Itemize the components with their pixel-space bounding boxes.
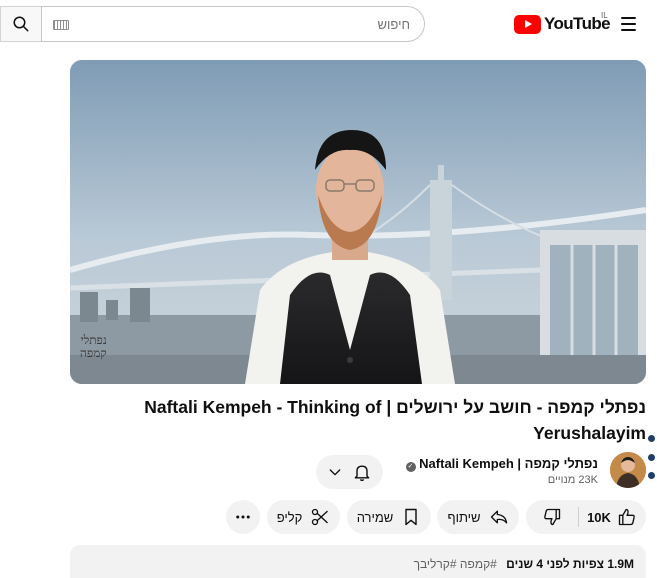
- hamburger-icon[interactable]: [614, 10, 642, 38]
- video-player[interactable]: נפתלי קמפה: [70, 60, 646, 384]
- search-input[interactable]: [110, 17, 410, 32]
- verified-check-icon: ✓: [405, 462, 416, 472]
- search-button[interactable]: [0, 6, 41, 42]
- side-dots[interactable]: [647, 435, 655, 479]
- like-button[interactable]: 10K: [578, 500, 646, 534]
- thumbs-up-icon: [618, 508, 635, 526]
- description-meta: 1.9M צפיות לפני 4 שנים #קמפה #קרליבך: [414, 557, 634, 571]
- like-count: 10K: [587, 509, 611, 525]
- scissors-icon: [312, 508, 329, 526]
- upload-age: לפני 4 שנים: [506, 557, 570, 571]
- dot: [647, 435, 655, 442]
- video-watermark: נפתלי קמפה: [80, 334, 107, 360]
- share-arrow-icon: [490, 510, 507, 524]
- more-actions-button[interactable]: [226, 500, 260, 534]
- share-label: שיתוף: [447, 509, 481, 525]
- bookmark-icon: [405, 508, 418, 526]
- clip-label: קליפ: [276, 509, 303, 525]
- subscriber-count: 23K מנויים: [547, 474, 598, 486]
- search-box[interactable]: [41, 6, 425, 42]
- bell-icon[interactable]: [352, 462, 372, 482]
- watermark-line-2: קמפה: [80, 346, 107, 360]
- dot: [647, 453, 655, 461]
- share-button[interactable]: שיתוף: [437, 500, 519, 534]
- channel-name[interactable]: נפתלי קמפה | Naftali Kempeh: [419, 456, 598, 471]
- avatar[interactable]: [610, 452, 646, 488]
- dot: [647, 472, 655, 479]
- thumbs-down-icon: [544, 508, 561, 526]
- view-count: 1.9M צפיות: [572, 557, 634, 571]
- like-dislike-group: 10K: [526, 500, 646, 534]
- description-box[interactable]: 1.9M צפיות לפני 4 שנים #קמפה #קרליבך: [70, 545, 646, 578]
- search-icon: [13, 16, 29, 32]
- avatar-image: [610, 452, 646, 488]
- save-button[interactable]: שמירה: [347, 500, 431, 534]
- save-label: שמירה: [356, 509, 394, 525]
- more-horizontal-icon: [236, 515, 250, 519]
- video-frame: [70, 60, 646, 384]
- like-divider: [578, 507, 579, 527]
- top-bar: YouTube IL: [0, 0, 657, 48]
- clip-button[interactable]: קליפ: [267, 500, 340, 534]
- youtube-play-logo-icon: [514, 14, 541, 34]
- hashtags[interactable]: #קמפה #קרליבך: [414, 557, 497, 571]
- keyboard-icon[interactable]: [53, 20, 69, 30]
- country-code: IL: [601, 11, 608, 20]
- dislike-button[interactable]: [526, 500, 578, 534]
- video-title: נפתלי קמפה - חושב על ירושלים | Naftali K…: [144, 397, 646, 443]
- channel-name-row[interactable]: נפתלי קמפה | Naftali Kempeh ✓: [402, 456, 598, 472]
- youtube-logo[interactable]: YouTube: [514, 12, 611, 36]
- chevron-down-icon[interactable]: [327, 464, 343, 480]
- subscription-bell-button[interactable]: [316, 455, 383, 489]
